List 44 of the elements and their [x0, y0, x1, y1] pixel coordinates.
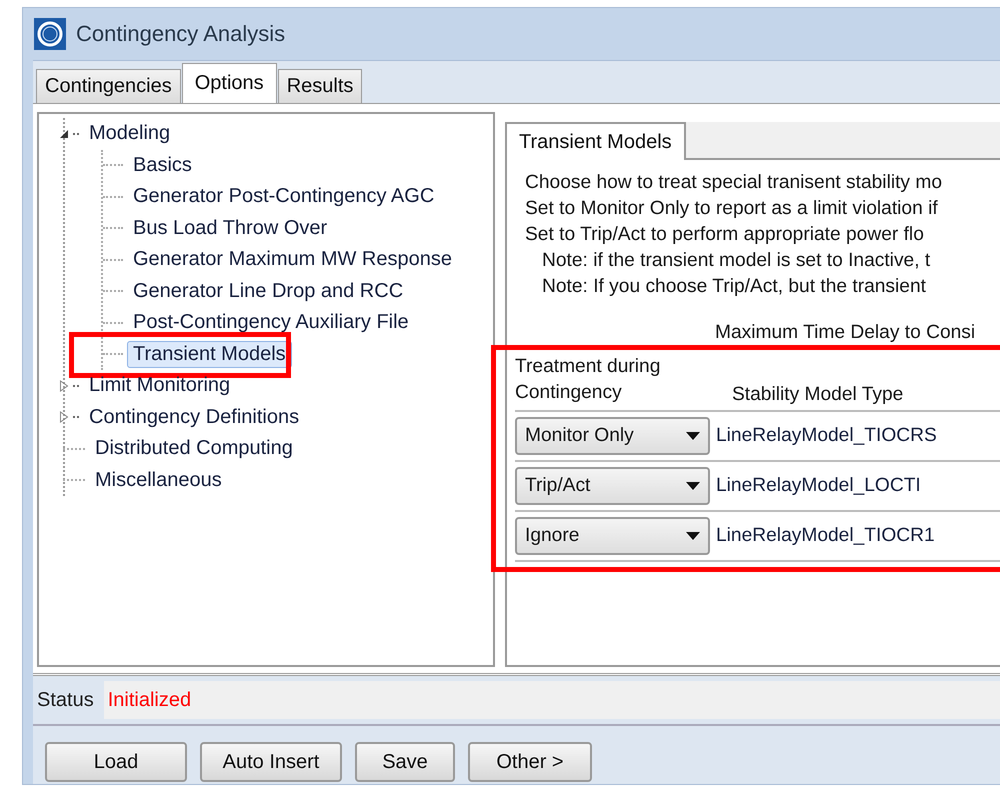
- status-field: Initialized: [104, 681, 1000, 719]
- table-cell: LineRelayModel_LOCTI: [716, 475, 921, 497]
- table-cell: LineRelayModel_TIOCR1: [716, 525, 935, 547]
- table-cell: LineRelayModel_TIOCRS: [716, 425, 937, 447]
- tab[interactable]: Transient Models: [505, 122, 686, 160]
- tree-item[interactable]: Limit Monitoring: [83, 372, 236, 400]
- tab[interactable]: Contingencies: [36, 69, 181, 103]
- app-icon: [34, 18, 66, 50]
- action-button[interactable]: Auto Insert: [200, 742, 342, 782]
- tree-item[interactable]: Generator Line Drop and RCC: [127, 278, 410, 305]
- tree-item[interactable]: Transient Models: [127, 340, 292, 368]
- tab[interactable]: Results: [278, 69, 362, 103]
- collapse-icon[interactable]: [59, 128, 69, 140]
- column-header: Stability Model Type: [731, 384, 904, 406]
- action-button[interactable]: Other >: [468, 742, 592, 782]
- expand-icon[interactable]: [59, 380, 69, 392]
- dropdown-caret-icon: [686, 532, 700, 540]
- description-text: Set to Monitor Only to report as a limit violation if: [525, 198, 939, 221]
- tree-item[interactable]: Post-Contingency Auxiliary File: [127, 309, 415, 336]
- column-header: Treatment during Contingency: [515, 355, 662, 405]
- action-button[interactable]: Load: [45, 742, 187, 782]
- dropdown-caret-icon: [686, 432, 700, 440]
- dropdown-caret-icon: [686, 482, 700, 490]
- tree-item[interactable]: Distributed Computing: [89, 435, 299, 462]
- tree-item[interactable]: Generator Maximum MW Response: [127, 246, 458, 274]
- note-text: Note: If you choose Trip/Act, but the transient: [541, 276, 927, 299]
- tree-item[interactable]: Basics: [127, 152, 198, 179]
- window-title: Contingency Analysis: [76, 21, 286, 47]
- tree-item[interactable]: Modeling: [83, 120, 176, 148]
- tab[interactable]: Options: [182, 63, 277, 103]
- tree-item[interactable]: Bus Load Throw Over: [127, 214, 334, 242]
- expand-icon[interactable]: [59, 411, 69, 424]
- tree-item[interactable]: Miscellaneous: [89, 466, 228, 494]
- delay-label: Maximum Time Delay to Consi: [714, 322, 976, 345]
- description-text: Set to Trip/Act to perform appropriate power flo: [525, 224, 925, 247]
- action-button[interactable]: Save: [355, 742, 455, 782]
- tree-item[interactable]: Contingency Definitions: [83, 404, 306, 431]
- note-text: Note: if the transient model is set to Inactive, t: [541, 250, 932, 273]
- status-label: Status: [37, 688, 94, 712]
- treatment-dropdown[interactable]: Ignore: [515, 517, 710, 555]
- description-text: Choose how to treat special tranisent stability mo: [525, 172, 944, 195]
- treatment-dropdown[interactable]: Monitor Only: [515, 417, 710, 455]
- tree-item[interactable]: Generator Post-Contingency AGC: [127, 183, 440, 210]
- treatment-dropdown[interactable]: Trip/Act: [515, 467, 710, 505]
